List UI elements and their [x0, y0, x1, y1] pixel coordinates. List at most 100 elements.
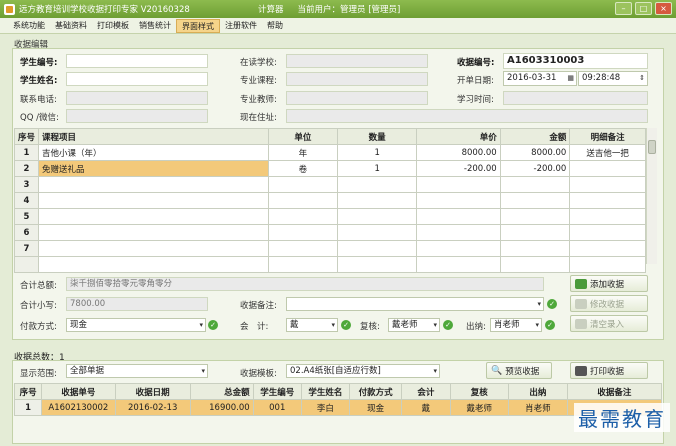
maximize-icon[interactable]: □	[635, 2, 652, 15]
items-cell-price[interactable]	[416, 176, 501, 193]
clear-entry-button[interactable]: 清空录入	[570, 315, 648, 332]
items-row[interactable]: 3	[13, 176, 646, 193]
preview-receipt-button[interactable]: 🔍 预览收据	[486, 362, 552, 379]
close-icon[interactable]: ×	[655, 2, 672, 15]
remark-ok-icon[interactable]: ✓	[547, 299, 557, 309]
items-cell-note[interactable]	[569, 240, 646, 257]
menu-sales-stats[interactable]: 销售统计	[134, 19, 176, 33]
items-cell-note[interactable]	[569, 256, 646, 273]
list-cell-reviewer[interactable]: 戴老师	[449, 399, 510, 416]
items-cell-qty[interactable]	[337, 240, 418, 257]
items-row[interactable]: 4	[13, 192, 646, 209]
list-cell-date[interactable]: 2016-02-13	[114, 399, 191, 416]
chevron-down-icon[interactable]: ▾	[201, 365, 205, 377]
template-select[interactable]: 02.A4纸张[自适应行数] ▾	[286, 364, 440, 378]
address-input[interactable]	[286, 109, 648, 123]
student-no-input[interactable]	[66, 54, 208, 68]
calculator-link[interactable]: 计算器	[258, 3, 284, 15]
items-cell-qty[interactable]	[337, 192, 418, 209]
items-cell-unit[interactable]	[267, 208, 339, 225]
items-cell-price[interactable]	[416, 224, 501, 241]
chevron-down-icon[interactable]: ▾	[331, 319, 335, 331]
edit-receipt-button[interactable]: 修改收据	[570, 295, 648, 312]
items-cell-amount[interactable]: 8000.00	[499, 144, 571, 161]
list-cell-receipt-no[interactable]: A1602130002	[41, 399, 116, 416]
items-cell-item[interactable]	[38, 256, 269, 273]
cashier-ok-icon[interactable]: ✓	[545, 320, 555, 330]
accountant-select[interactable]: 戴 ▾	[286, 318, 338, 332]
items-cell-note[interactable]	[569, 208, 646, 225]
menu-basic-data[interactable]: 基础资料	[50, 19, 92, 33]
list-cell-accountant[interactable]: 戴	[401, 399, 451, 416]
items-cell-item[interactable]	[38, 192, 269, 209]
menu-system[interactable]: 系统功能	[8, 19, 50, 33]
items-cell-amount[interactable]	[499, 208, 571, 225]
cashier-select[interactable]: 肖老师 ▾	[490, 318, 542, 332]
items-cell-amount[interactable]	[499, 240, 571, 257]
chevron-down-icon[interactable]: ▾	[433, 319, 437, 331]
items-cell-amount[interactable]: -200.00	[499, 160, 571, 177]
items-cell-amount[interactable]	[499, 192, 571, 209]
items-row[interactable]: 5	[13, 208, 646, 225]
school-input[interactable]	[286, 54, 428, 68]
date-picker[interactable]: 2016-03-31 ▦	[503, 71, 577, 86]
items-cell-price[interactable]: 8000.00	[416, 144, 501, 161]
payment-ok-icon[interactable]: ✓	[208, 320, 218, 330]
student-name-input[interactable]	[66, 72, 208, 86]
items-cell-price[interactable]	[416, 240, 501, 257]
display-select[interactable]: 全部单据 ▾	[66, 364, 208, 378]
chevron-down-icon[interactable]: ▾	[537, 298, 541, 310]
chevron-down-icon[interactable]: ▾	[433, 365, 437, 377]
items-cell-note[interactable]: 送吉他一把	[569, 144, 646, 161]
items-cell-note[interactable]	[569, 224, 646, 241]
items-cell-unit[interactable]	[267, 240, 339, 257]
spin-icon[interactable]: ⇕	[639, 72, 645, 84]
calendar-icon[interactable]: ▦	[567, 72, 574, 84]
chevron-down-icon[interactable]: ▾	[199, 319, 203, 331]
items-cell-item[interactable]	[38, 208, 269, 225]
items-cell-item[interactable]: 免赠送礼品	[38, 160, 269, 177]
list-cell-payment[interactable]: 现金	[348, 399, 403, 416]
items-cell-item[interactable]	[38, 176, 269, 193]
items-scrollbar[interactable]	[646, 128, 657, 264]
items-cell-qty[interactable]	[337, 176, 418, 193]
remark-select[interactable]: ▾	[286, 297, 544, 311]
items-cell-amount[interactable]	[499, 176, 571, 193]
phone-input[interactable]	[66, 91, 208, 105]
items-cell-unit[interactable]	[267, 224, 339, 241]
items-row[interactable]: 6	[13, 224, 646, 241]
list-cell-student-name[interactable]: 李白	[300, 399, 351, 416]
items-cell-unit[interactable]	[267, 256, 339, 273]
items-cell-qty[interactable]: 1	[337, 144, 418, 161]
print-receipt-button[interactable]: 打印收据	[570, 362, 648, 379]
time-picker[interactable]: 09:28:48 ⇕	[578, 71, 648, 86]
items-cell-price[interactable]	[416, 192, 501, 209]
items-cell-note[interactable]	[569, 192, 646, 209]
items-cell-qty[interactable]	[337, 224, 418, 241]
teacher-input[interactable]	[286, 91, 428, 105]
items-cell-price[interactable]	[416, 208, 501, 225]
items-cell-item[interactable]	[38, 240, 269, 257]
items-cell-price[interactable]: -200.00	[416, 160, 501, 177]
items-cell-amount[interactable]	[499, 224, 571, 241]
study-time-input[interactable]	[503, 91, 648, 105]
items-row[interactable]: 1 吉他小课（年） 年 1 8000.00 8000.00 送吉他一把	[13, 144, 646, 161]
items-cell-qty[interactable]: 1	[337, 160, 418, 177]
reviewer-select[interactable]: 戴老师 ▾	[388, 318, 440, 332]
menu-print-template[interactable]: 打印模板	[92, 19, 134, 33]
menu-help[interactable]: 帮助	[262, 19, 288, 33]
minimize-icon[interactable]: –	[615, 2, 632, 15]
list-cell-cashier[interactable]: 肖老师	[508, 399, 568, 416]
items-cell-unit[interactable]: 年	[267, 144, 339, 161]
items-cell-unit[interactable]	[267, 176, 339, 193]
menu-ui-style[interactable]: 界面样式	[176, 18, 220, 33]
items-cell-qty[interactable]	[337, 208, 418, 225]
items-cell-note[interactable]	[569, 176, 646, 193]
list-cell-total[interactable]: 16900.00	[189, 399, 254, 416]
items-cell-unit[interactable]	[267, 192, 339, 209]
payment-select[interactable]: 现金 ▾	[66, 318, 206, 332]
items-row[interactable]	[13, 256, 646, 273]
chevron-down-icon[interactable]: ▾	[535, 319, 539, 331]
list-cell-student-no[interactable]: 001	[252, 399, 302, 416]
items-cell-qty[interactable]	[337, 256, 418, 273]
